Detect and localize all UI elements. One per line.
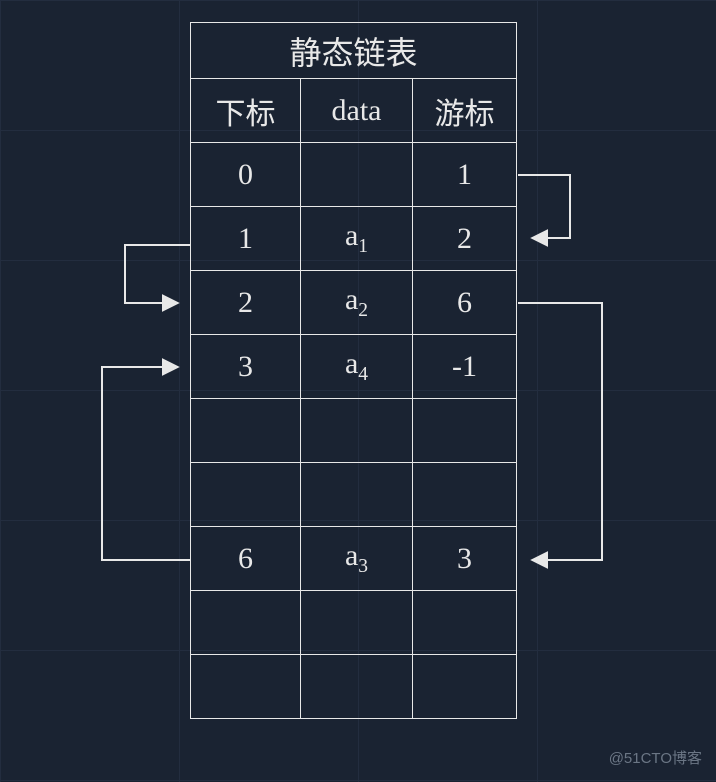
cell-index: 3: [191, 335, 301, 399]
header-data: data: [301, 79, 413, 143]
cell-index: [191, 655, 301, 719]
table-title: 静态链表: [191, 23, 517, 79]
cell-data: [301, 463, 413, 527]
cell-cursor: [413, 591, 517, 655]
table-row: 2 a2 6: [191, 271, 517, 335]
table-row: 6 a3 3: [191, 527, 517, 591]
cell-cursor: [413, 399, 517, 463]
table-row: 3 a4 -1: [191, 335, 517, 399]
cell-cursor: -1: [413, 335, 517, 399]
cell-index: 0: [191, 143, 301, 207]
table-row: [191, 463, 517, 527]
table-row: [191, 399, 517, 463]
header-index: 下标: [191, 79, 301, 143]
cell-index: [191, 399, 301, 463]
watermark: @51CTO博客: [609, 747, 702, 768]
cell-cursor: 2: [413, 207, 517, 271]
cell-cursor: [413, 655, 517, 719]
cell-cursor: 1: [413, 143, 517, 207]
cell-data: a4: [301, 335, 413, 399]
cell-index: 1: [191, 207, 301, 271]
cell-data: a2: [301, 271, 413, 335]
cell-data: [301, 655, 413, 719]
header-cursor: 游标: [413, 79, 517, 143]
cell-index: 6: [191, 527, 301, 591]
cell-data: a3: [301, 527, 413, 591]
table-row: [191, 655, 517, 719]
cell-cursor: [413, 463, 517, 527]
cell-index: 2: [191, 271, 301, 335]
table-row: [191, 591, 517, 655]
cell-index: [191, 463, 301, 527]
cell-index: [191, 591, 301, 655]
cell-data: [301, 591, 413, 655]
cell-data: [301, 143, 413, 207]
table-row: 0 1: [191, 143, 517, 207]
table-row: 1 a1 2: [191, 207, 517, 271]
cell-cursor: 3: [413, 527, 517, 591]
cell-cursor: 6: [413, 271, 517, 335]
cell-data: a1: [301, 207, 413, 271]
cell-data: [301, 399, 413, 463]
static-linked-list-table: 静态链表 下标 data 游标 0 1 1 a1 2 2 a2 6 3 a4 -…: [190, 22, 517, 719]
